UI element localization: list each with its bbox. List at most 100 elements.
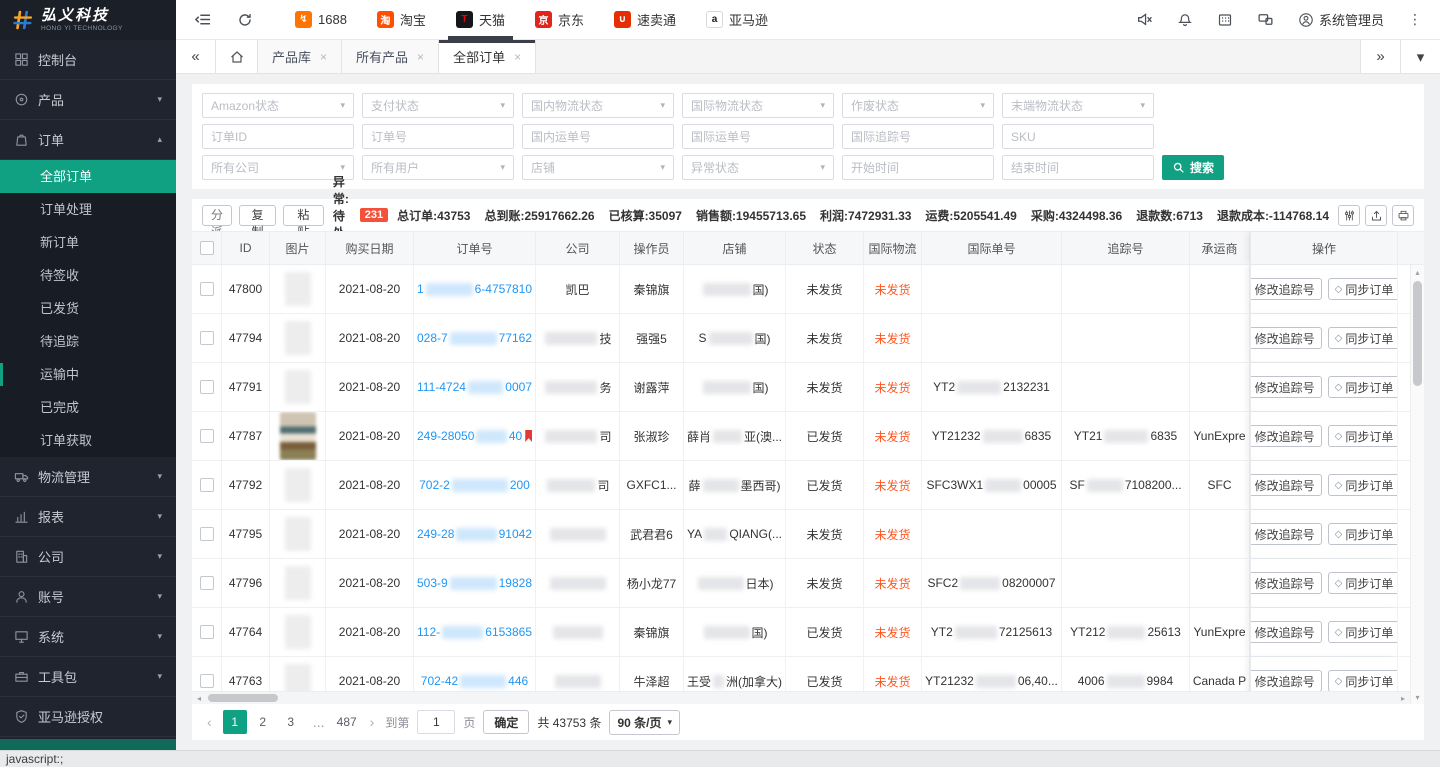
sidebar-item-账号[interactable]: 账号▾ bbox=[0, 577, 176, 617]
tab-产品库[interactable]: 产品库× bbox=[258, 40, 342, 73]
sidebar-subitem-订单处理[interactable]: 订单处理 bbox=[0, 193, 176, 226]
order-number-link[interactable]: 702-42446 bbox=[414, 657, 536, 691]
horizontal-scrollbar[interactable]: ◂ ▸ bbox=[192, 691, 1410, 704]
marketplace-淘宝[interactable]: 淘淘宝 bbox=[377, 0, 426, 40]
filter-select-支付状态[interactable]: 支付状态▾ bbox=[362, 93, 514, 118]
filter-select-店铺[interactable]: 店铺▾ bbox=[522, 155, 674, 180]
confirm-page-button[interactable]: 确定 bbox=[483, 710, 529, 734]
sidebar-item-订单[interactable]: 订单▴ bbox=[0, 120, 176, 160]
tabs-dropdown-icon[interactable]: ▾ bbox=[1400, 40, 1440, 73]
home-tab[interactable] bbox=[216, 40, 258, 73]
tabs-forward-icon[interactable]: » bbox=[1360, 40, 1400, 73]
sidebar-subitem-待签收[interactable]: 待签收 bbox=[0, 259, 176, 292]
sync-order-button[interactable]: ◇同步订单 bbox=[1328, 621, 1398, 643]
filter-select-国内物流状态[interactable]: 国内物流状态▾ bbox=[522, 93, 674, 118]
sidebar-subitem-全部订单[interactable]: 全部订单 bbox=[0, 160, 176, 193]
prev-page-icon[interactable]: ‹ bbox=[204, 714, 215, 730]
page-button-2[interactable]: 2 bbox=[251, 710, 275, 734]
edit-tracking-button[interactable]: 修改追踪号 bbox=[1250, 327, 1322, 349]
export-button[interactable] bbox=[1365, 205, 1387, 226]
sync-order-button[interactable]: ◇同步订单 bbox=[1328, 572, 1398, 594]
toolbar-button-分派[interactable]: 分派 bbox=[202, 205, 232, 226]
sidebar-subitem-运输中[interactable]: 运输中 bbox=[0, 358, 176, 391]
select-all-checkbox[interactable] bbox=[200, 241, 214, 255]
order-number-link[interactable]: 111-47240007 bbox=[414, 363, 536, 411]
filter-select-末端物流状态[interactable]: 末端物流状态▾ bbox=[1002, 93, 1154, 118]
product-thumbnail[interactable] bbox=[285, 468, 311, 502]
row-checkbox[interactable] bbox=[200, 674, 214, 688]
sidebar-item-产品[interactable]: 产品▾ bbox=[0, 80, 176, 120]
sidebar-item-控制台[interactable]: 控制台 bbox=[0, 40, 176, 80]
page-button-1[interactable]: 1 bbox=[223, 710, 247, 734]
filter-select-国际物流状态[interactable]: 国际物流状态▾ bbox=[682, 93, 834, 118]
product-thumbnail[interactable] bbox=[285, 370, 311, 404]
product-thumbnail[interactable] bbox=[285, 664, 311, 691]
filter-input-订单ID[interactable]: 订单ID bbox=[202, 124, 354, 149]
sync-order-button[interactable]: ◇同步订单 bbox=[1328, 474, 1398, 496]
refresh-icon[interactable] bbox=[237, 12, 253, 28]
tab-全部订单[interactable]: 全部订单× bbox=[439, 40, 536, 73]
edit-tracking-button[interactable]: 修改追踪号 bbox=[1250, 278, 1322, 300]
sidebar-item-物流管理[interactable]: 物流管理▾ bbox=[0, 457, 176, 497]
product-thumbnail[interactable] bbox=[285, 272, 311, 306]
page-button-487[interactable]: 487 bbox=[335, 710, 359, 734]
order-number-link[interactable]: 16-4757810 bbox=[414, 265, 536, 313]
sidebar-subitem-订单获取[interactable]: 订单获取 bbox=[0, 424, 176, 457]
sidebar-subitem-新订单[interactable]: 新订单 bbox=[0, 226, 176, 259]
marketplace-1688[interactable]: ↯1688 bbox=[295, 0, 347, 40]
product-thumbnail[interactable] bbox=[280, 412, 316, 460]
filter-input-SKU[interactable]: SKU bbox=[1002, 124, 1154, 149]
more-menu-icon[interactable]: ⋮ bbox=[1408, 11, 1422, 28]
sync-order-button[interactable]: ◇同步订单 bbox=[1328, 523, 1398, 545]
edit-tracking-button[interactable]: 修改追踪号 bbox=[1250, 523, 1322, 545]
row-checkbox[interactable] bbox=[200, 576, 214, 590]
filter-input-订单号[interactable]: 订单号 bbox=[362, 124, 514, 149]
order-number-link[interactable]: 702-2200 bbox=[414, 461, 536, 509]
row-checkbox[interactable] bbox=[200, 527, 214, 541]
close-icon[interactable]: × bbox=[417, 50, 424, 64]
sync-order-button[interactable]: ◇同步订单 bbox=[1328, 278, 1398, 300]
next-page-icon[interactable]: › bbox=[367, 714, 378, 730]
sidebar-item-系统[interactable]: 系统▾ bbox=[0, 617, 176, 657]
print-button[interactable] bbox=[1392, 205, 1414, 226]
user-menu[interactable]: 系统管理员 bbox=[1298, 10, 1384, 29]
toolbar-button-粘贴追踪结果[interactable]: 粘贴追踪结果 bbox=[283, 205, 324, 226]
product-thumbnail[interactable] bbox=[285, 566, 311, 600]
vertical-scroll-thumb[interactable] bbox=[1413, 281, 1422, 386]
product-thumbnail[interactable] bbox=[285, 517, 311, 551]
page-button-3[interactable]: 3 bbox=[279, 710, 303, 734]
devices-icon[interactable] bbox=[1257, 11, 1274, 28]
sidebar-subitem-待追踪[interactable]: 待追踪 bbox=[0, 325, 176, 358]
tab-所有产品[interactable]: 所有产品× bbox=[342, 40, 439, 73]
scroll-right-icon[interactable]: ▸ bbox=[1396, 692, 1410, 704]
row-checkbox[interactable] bbox=[200, 625, 214, 639]
sidebar-item-报表[interactable]: 报表▾ bbox=[0, 497, 176, 537]
marketplace-京东[interactable]: 京京东 bbox=[535, 0, 584, 40]
filter-input-国内运单号[interactable]: 国内运单号 bbox=[522, 124, 674, 149]
sync-order-button[interactable]: ◇同步订单 bbox=[1328, 670, 1398, 691]
close-icon[interactable]: × bbox=[514, 50, 521, 64]
row-checkbox[interactable] bbox=[200, 331, 214, 345]
edit-tracking-button[interactable]: 修改追踪号 bbox=[1250, 572, 1322, 594]
sidebar-item-亚马逊授权[interactable]: 亚马逊授权 bbox=[0, 697, 176, 737]
sidebar-subitem-已完成[interactable]: 已完成 bbox=[0, 391, 176, 424]
sync-order-button[interactable]: ◇同步订单 bbox=[1328, 376, 1398, 398]
sync-order-button[interactable]: ◇同步订单 bbox=[1328, 425, 1398, 447]
announcement-mute-icon[interactable] bbox=[1136, 11, 1153, 28]
filter-columns-button[interactable] bbox=[1338, 205, 1360, 226]
filter-input-开始时间[interactable]: 开始时间 bbox=[842, 155, 994, 180]
edit-tracking-button[interactable]: 修改追踪号 bbox=[1250, 376, 1322, 398]
order-number-link[interactable]: 112-6153865 bbox=[414, 608, 536, 656]
row-checkbox[interactable] bbox=[200, 282, 214, 296]
product-thumbnail[interactable] bbox=[285, 321, 311, 355]
scroll-left-icon[interactable]: ◂ bbox=[192, 692, 206, 704]
toolbar-button-复制追踪号[interactable]: 复制追踪号 bbox=[239, 205, 276, 226]
edit-tracking-button[interactable]: 修改追踪号 bbox=[1250, 425, 1322, 447]
row-checkbox[interactable] bbox=[200, 429, 214, 443]
order-number-link[interactable]: 249-2891042 bbox=[414, 510, 536, 558]
close-icon[interactable]: × bbox=[320, 50, 327, 64]
scroll-down-icon[interactable]: ▾ bbox=[1411, 690, 1424, 704]
filter-select-Amazon状态[interactable]: Amazon状态▾ bbox=[202, 93, 354, 118]
goto-page-input[interactable] bbox=[417, 710, 455, 734]
marketplace-亚马逊[interactable]: a亚马逊 bbox=[706, 0, 768, 40]
